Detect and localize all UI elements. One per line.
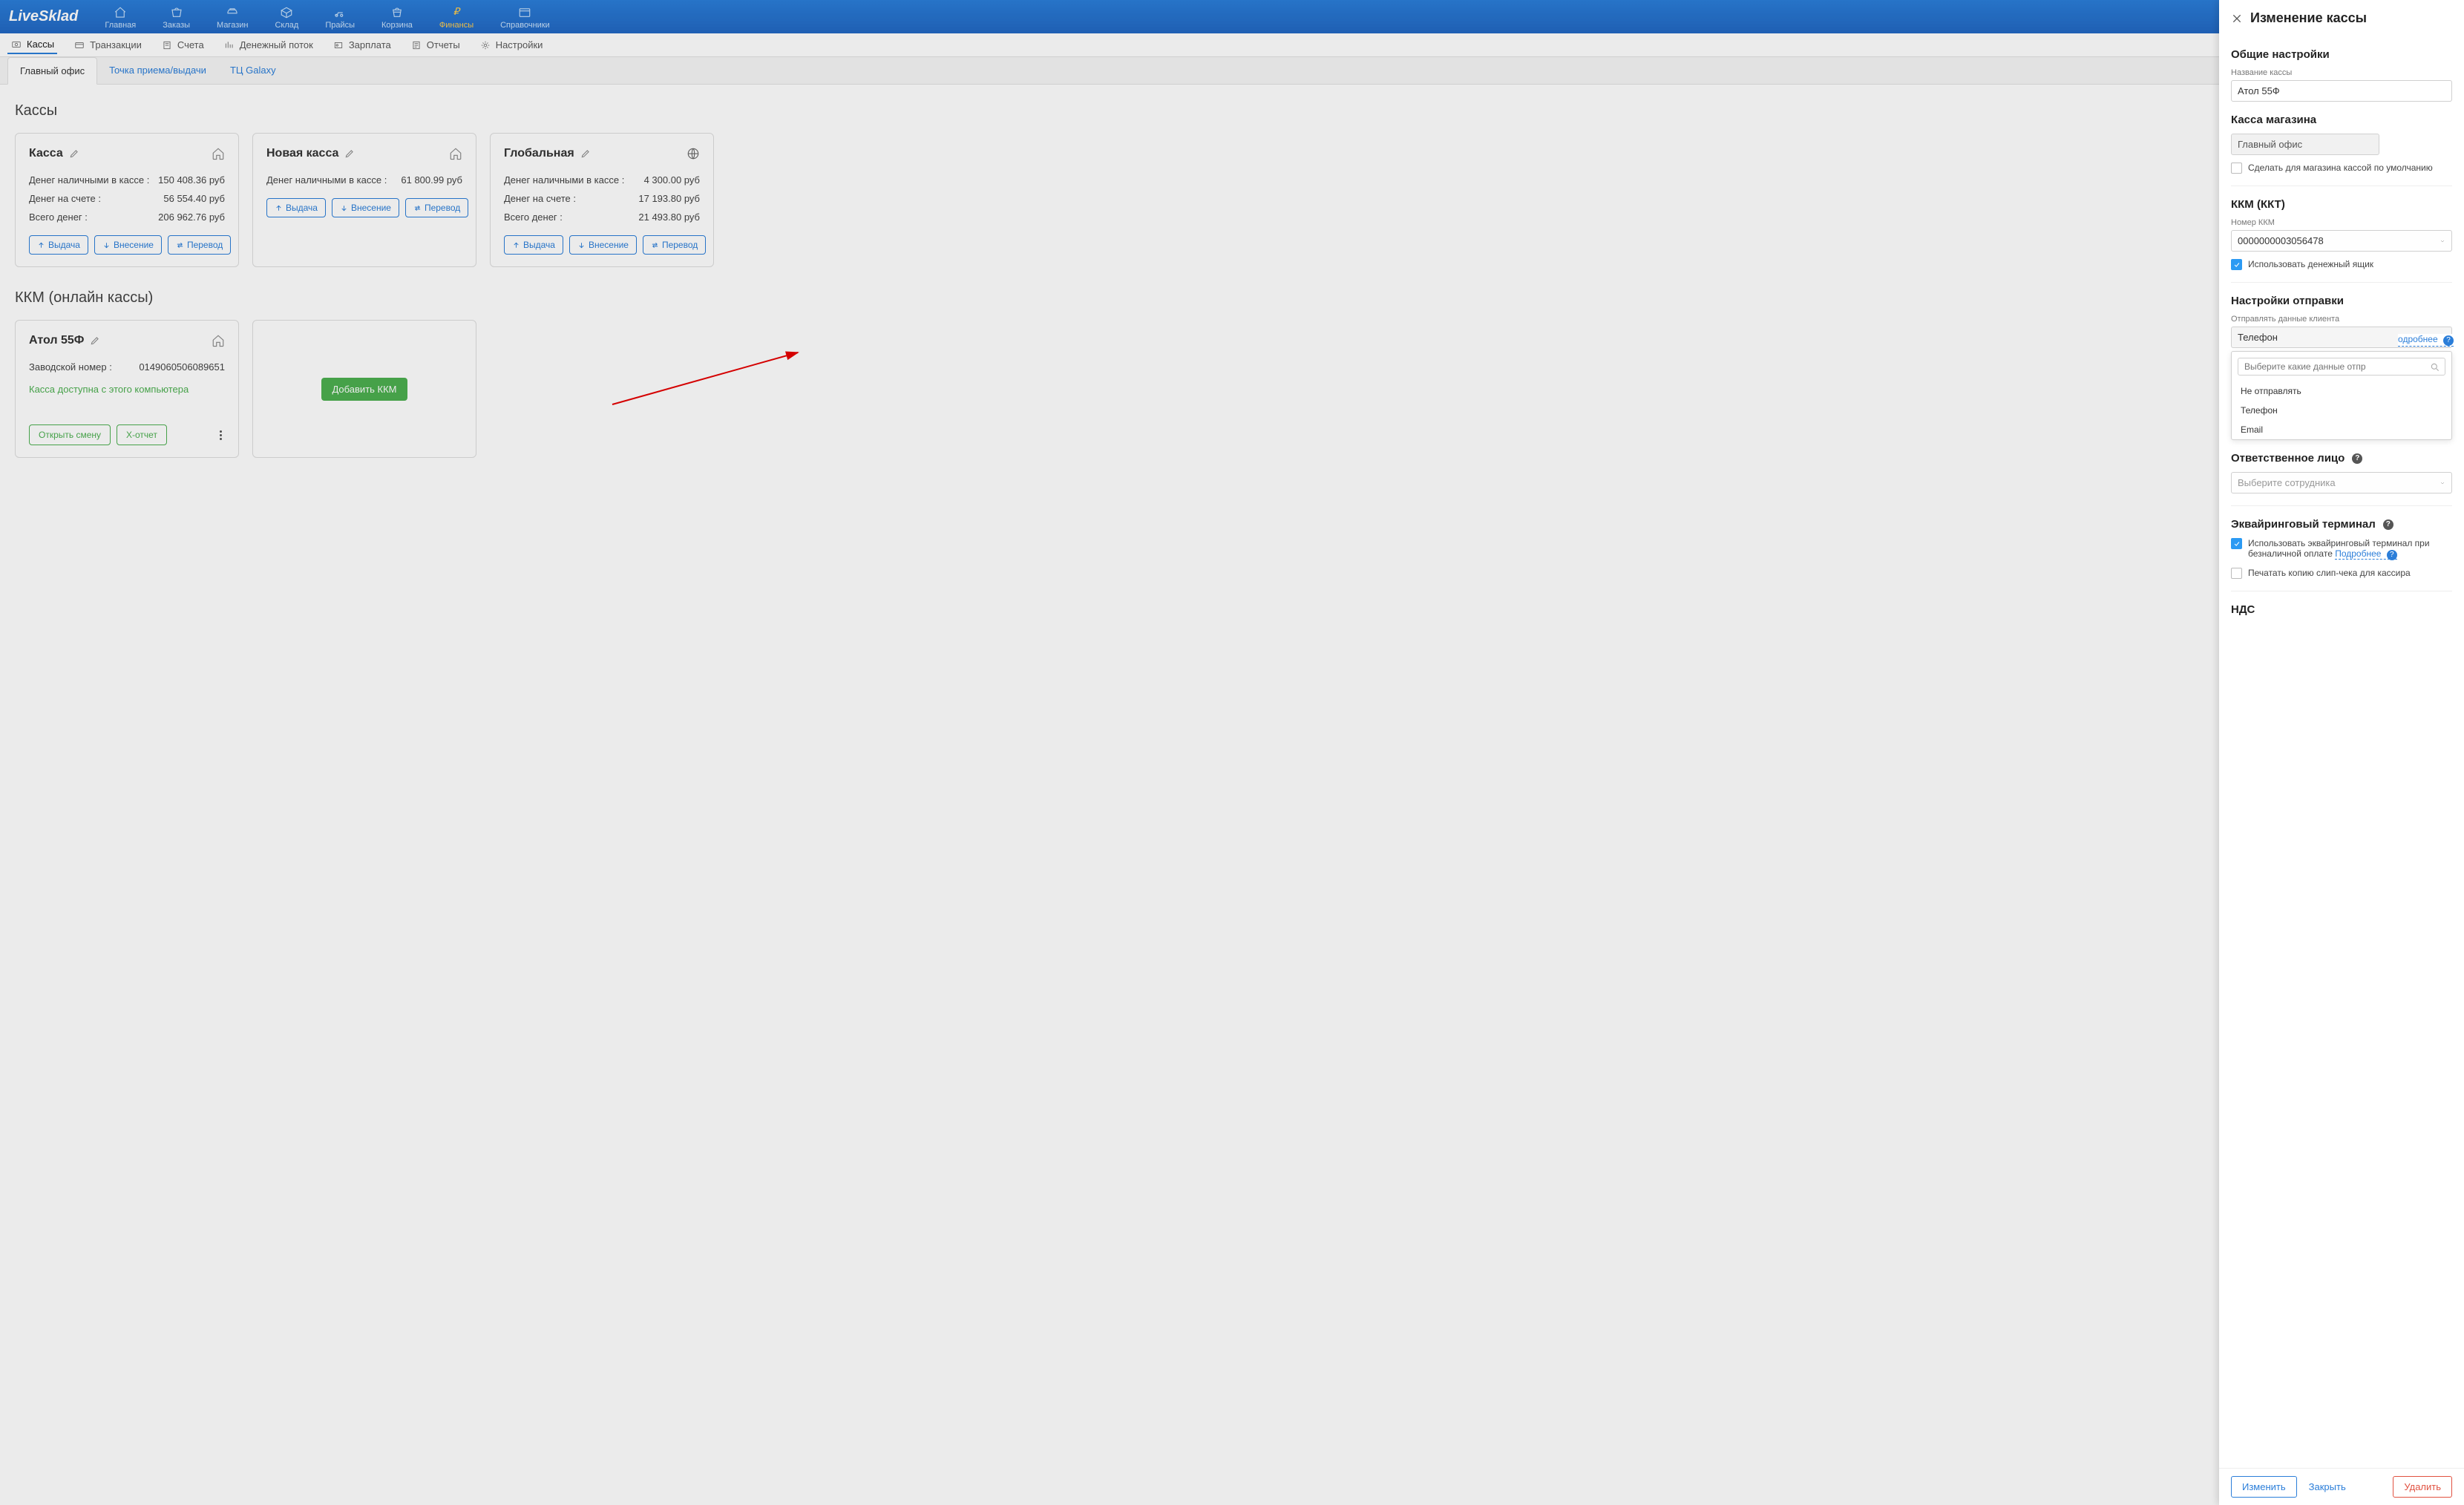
send-data-label: Отправлять данные клиента xyxy=(2231,315,2452,324)
subnav-Денежный поток[interactable]: Денежный поток xyxy=(220,36,316,53)
chevron-down-icon xyxy=(2440,480,2445,486)
nav-Справочники[interactable]: Справочники xyxy=(487,0,563,33)
responsible-select[interactable]: Выберите сотрудника xyxy=(2231,472,2452,494)
kkm-number-select[interactable]: 0000000003056478 xyxy=(2231,230,2452,252)
x-report-button[interactable]: X-отчет xyxy=(117,424,167,445)
nav-Магазин[interactable]: Магазин xyxy=(203,0,261,33)
home-icon xyxy=(212,147,225,160)
edit-icon[interactable] xyxy=(90,335,100,346)
edit-icon[interactable] xyxy=(344,148,355,159)
nav-Склад[interactable]: Склад xyxy=(261,0,312,33)
tab-Главный офис[interactable]: Главный офис xyxy=(7,57,97,85)
subnav-Кассы[interactable]: Кассы xyxy=(7,36,57,54)
kkm-section-title: ККМ (ККТ) xyxy=(2231,198,2452,211)
transfer-button[interactable]: Перевод xyxy=(405,198,468,217)
tab-ТЦ Galaxy[interactable]: ТЦ Galaxy xyxy=(218,57,288,84)
vat-section-title: НДС xyxy=(2231,603,2452,616)
home-icon xyxy=(449,147,462,160)
responsible-section-title: Ответственное лицо? xyxy=(2231,452,2452,465)
more-icon[interactable] xyxy=(217,427,225,443)
dropdown-option[interactable]: Телефон xyxy=(2232,401,2451,420)
drawer-checkbox[interactable] xyxy=(2231,259,2242,270)
change-button[interactable]: Изменить xyxy=(2231,1476,2297,1498)
nav-Заказы[interactable]: Заказы xyxy=(149,0,203,33)
office-tabs: Главный офисТочка приема/выдачиТЦ Galaxy xyxy=(0,57,2464,85)
panel-title: Изменение кассы xyxy=(2250,10,2367,26)
drawer-checkbox-label: Использовать денежный ящик xyxy=(2248,259,2373,269)
help-icon: ? xyxy=(2387,550,2397,560)
dropdown-option[interactable]: Не отправлять xyxy=(2232,381,2451,401)
section-title-kassy: Кассы xyxy=(15,102,2449,119)
nav-Главная[interactable]: Главная xyxy=(91,0,149,33)
subnav-Транзакции[interactable]: Транзакции xyxy=(71,36,145,53)
deposit-button[interactable]: Внесение xyxy=(94,235,162,255)
send-section-title: Настройки отправки xyxy=(2231,295,2452,307)
edit-icon[interactable] xyxy=(69,148,79,159)
slip-checkbox[interactable] xyxy=(2231,568,2242,579)
nav-Финансы[interactable]: ₽Финансы xyxy=(426,0,487,33)
kkm-card: Атол 55Ф Заводской номер : 0149060506089… xyxy=(15,320,239,458)
nav-Прайсы[interactable]: Прайсы xyxy=(312,0,368,33)
deposit-button[interactable]: Внесение xyxy=(569,235,637,255)
acquiring-checkbox-label: Использовать эквайринговый терминал при … xyxy=(2248,538,2452,560)
default-checkbox-label: Сделать для магазина кассой по умолчанию xyxy=(2248,163,2433,173)
close-button[interactable]: Закрыть xyxy=(2309,1481,2346,1492)
add-kkm-card: Добавить ККМ xyxy=(252,320,476,458)
svg-text:₽: ₽ xyxy=(453,6,462,17)
kkm-number-label: Номер ККМ xyxy=(2231,218,2452,227)
edit-kassa-panel: Изменение кассы Общие настройки Название… xyxy=(2219,0,2464,1505)
withdraw-button[interactable]: Выдача xyxy=(504,235,563,255)
delete-button[interactable]: Удалить xyxy=(2393,1476,2452,1498)
help-icon: ? xyxy=(2443,335,2454,346)
dropdown-option[interactable]: Email xyxy=(2232,420,2451,439)
withdraw-button[interactable]: Выдача xyxy=(266,198,326,217)
name-label: Название кассы xyxy=(2231,68,2452,77)
slip-checkbox-label: Печатать копию слип-чека для кассира xyxy=(2248,568,2411,578)
help-icon: ? xyxy=(2352,453,2362,464)
acquiring-section-title: Эквайринговый терминал? xyxy=(2231,518,2452,531)
top-nav: LiveSklad ГлавнаяЗаказыМагазинСкладПрайс… xyxy=(0,0,2464,33)
globe-icon xyxy=(687,147,700,160)
subnav-Настройки[interactable]: Настройки xyxy=(476,36,546,53)
search-icon xyxy=(2430,362,2440,373)
name-input[interactable] xyxy=(2231,80,2452,102)
transfer-button[interactable]: Перевод xyxy=(643,235,706,255)
transfer-button[interactable]: Перевод xyxy=(168,235,231,255)
subnav-Отчеты[interactable]: Отчеты xyxy=(407,36,463,53)
store-select[interactable]: Главный офис xyxy=(2231,134,2379,155)
acquiring-checkbox[interactable] xyxy=(2231,538,2242,549)
add-kkm-button[interactable]: Добавить ККМ xyxy=(321,378,407,401)
kassa-card: Глобальная Денег наличными в кассе :4 30… xyxy=(490,133,714,267)
deposit-button[interactable]: Внесение xyxy=(332,198,399,217)
send-data-dropdown: Не отправлятьТелефонEmail xyxy=(2231,351,2452,440)
store-section-title: Касса магазина xyxy=(2231,114,2452,126)
logo: LiveSklad xyxy=(0,8,91,25)
chevron-down-icon xyxy=(2440,238,2445,244)
general-section-title: Общие настройки xyxy=(2231,48,2452,61)
dropdown-search-input[interactable] xyxy=(2244,361,2425,372)
serial-value: 0149060506089651 xyxy=(139,361,225,373)
kkm-status: Касса доступна с этого компьютера xyxy=(29,384,225,395)
subnav-Счета[interactable]: Счета xyxy=(158,36,207,53)
help-icon: ? xyxy=(2383,519,2393,530)
sub-nav: Кассы Транзакции Счета Денежный поток Зарпла… xyxy=(0,33,2464,57)
kkm-card-title: Атол 55Ф xyxy=(29,334,84,347)
more-link[interactable]: одробнее ? xyxy=(2398,334,2454,347)
home-icon xyxy=(212,334,225,347)
subnav-Зарплата[interactable]: Зарплата xyxy=(330,36,394,53)
withdraw-button[interactable]: Выдача xyxy=(29,235,88,255)
nav-Корзина[interactable]: Корзина xyxy=(368,0,426,33)
acquiring-more-link[interactable]: Подробнее ? xyxy=(2335,548,2397,560)
section-title-kkm: ККМ (онлайн кассы) xyxy=(15,289,2449,306)
default-checkbox[interactable] xyxy=(2231,163,2242,174)
kassa-card: Новая касса Денег наличными в кассе :61 … xyxy=(252,133,476,267)
tab-Точка приема/выдачи[interactable]: Точка приема/выдачи xyxy=(97,57,218,84)
main-content: Кассы Касса Денег наличными в кассе :150… xyxy=(0,85,2464,498)
close-icon[interactable] xyxy=(2231,13,2243,24)
open-shift-button[interactable]: Открыть смену xyxy=(29,424,111,445)
serial-label: Заводской номер : xyxy=(29,361,112,373)
edit-icon[interactable] xyxy=(580,148,591,159)
kassa-card: Касса Денег наличными в кассе :150 408.3… xyxy=(15,133,239,267)
